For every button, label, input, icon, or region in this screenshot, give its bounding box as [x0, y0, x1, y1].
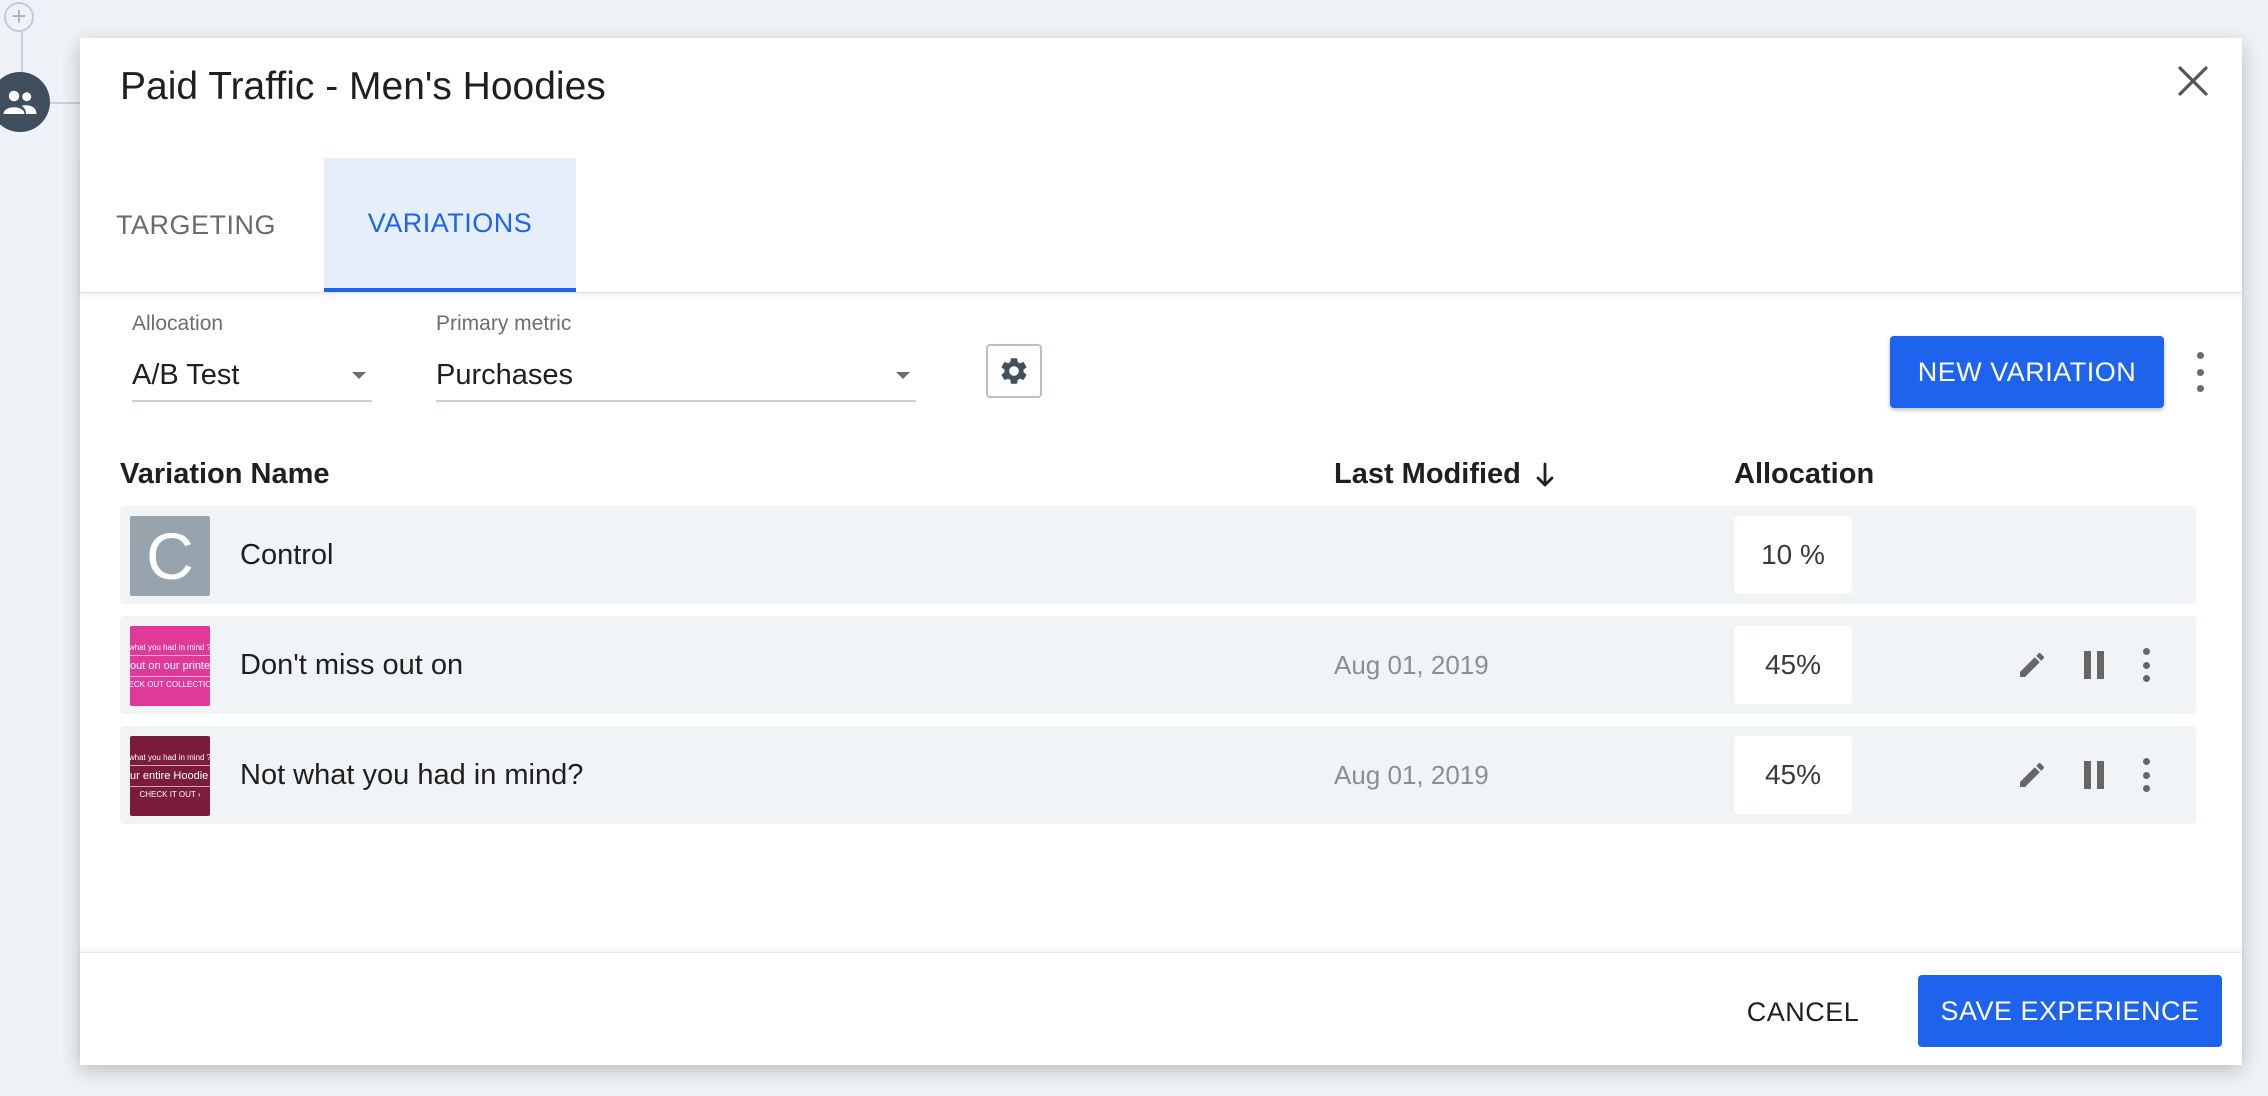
metric-settings-button[interactable] [986, 344, 1042, 398]
pause-icon [2084, 761, 2104, 789]
save-experience-button[interactable]: SAVE EXPERIENCE [1918, 975, 2222, 1047]
new-variation-button[interactable]: NEW VARIATION [1890, 336, 2164, 408]
edit-button[interactable] [2014, 757, 2050, 793]
primary-metric-label: Primary metric [436, 312, 572, 335]
caret-down-icon [896, 371, 910, 379]
variation-name[interactable]: Control [240, 506, 334, 604]
cancel-button[interactable]: CANCEL [1728, 977, 1878, 1047]
thumbnail-text: CHECK IT OUT › [139, 790, 201, 799]
modal-footer: CANCEL SAVE EXPERIENCE [80, 952, 2242, 1065]
primary-metric-value: Purchases [436, 358, 574, 391]
more-vertical-icon[interactable] [2192, 352, 2208, 392]
thumbnail-text: what you had in mind ? [130, 753, 210, 762]
close-button[interactable] [2170, 58, 2216, 104]
allocation-label: Allocation [132, 312, 224, 335]
primary-metric-select[interactable]: Purchases [436, 350, 916, 402]
column-header-variation-name: Variation Name [120, 458, 330, 490]
experience-modal: Paid Traffic - Men's Hoodies TARGETING V… [80, 38, 2242, 1065]
allocation-input[interactable]: 45% [1734, 626, 1852, 704]
allocation-input[interactable]: 45% [1734, 736, 1852, 814]
edit-button[interactable] [2014, 647, 2050, 683]
allocation-select[interactable]: A/B Test [132, 350, 372, 402]
tab-variations[interactable]: VARIATIONS [324, 158, 576, 292]
table-row[interactable]: what you had in mind ? ur entire Hoodie … [120, 726, 2196, 824]
connector-line [21, 30, 23, 74]
thumbnail-text: out on our printed [130, 655, 210, 677]
column-header-allocation: Allocation [1734, 458, 1875, 490]
row-actions [2014, 726, 2154, 824]
primary-metric-field: Primary metric Purchases [436, 312, 916, 402]
tab-targeting[interactable]: TARGETING [108, 158, 284, 292]
connector-line [50, 102, 82, 104]
pause-button[interactable] [2076, 757, 2112, 793]
allocation-value: A/B Test [132, 358, 240, 391]
pencil-icon [2020, 652, 2045, 677]
variation-thumbnail: C [130, 516, 210, 596]
last-modified-date: Aug 01, 2019 [1334, 759, 1489, 790]
allocation-input[interactable]: 10 % [1734, 516, 1852, 594]
column-header-last-modified[interactable]: Last Modified [1334, 458, 1555, 491]
thumbnail-text: ECK OUT COLLECTIO [130, 680, 210, 689]
arrow-down-icon [1536, 462, 1554, 486]
last-modified-date: Aug 01, 2019 [1334, 649, 1489, 680]
users-icon[interactable] [0, 72, 50, 132]
tab-bar: TARGETING VARIATIONS [80, 158, 2242, 293]
thumbnail-text: ur entire Hoodie c [130, 765, 210, 787]
table-row[interactable]: what you had in mind ? out on our printe… [120, 616, 2196, 714]
plus-circle-icon[interactable]: + [4, 2, 34, 32]
variation-name[interactable]: Don't miss out on [240, 616, 463, 714]
thumbnail-letter: C [146, 519, 194, 593]
more-vertical-icon[interactable] [2138, 648, 2154, 682]
pause-icon [2084, 651, 2104, 679]
last-modified-label: Last Modified [1334, 458, 1521, 490]
variation-thumbnail: what you had in mind ? out on our printe… [130, 626, 210, 706]
gear-icon [1001, 358, 1027, 384]
modal-title: Paid Traffic - Men's Hoodies [120, 65, 606, 108]
close-icon [2178, 66, 2208, 96]
variation-name[interactable]: Not what you had in mind? [240, 726, 583, 824]
more-vertical-icon[interactable] [2138, 758, 2154, 792]
caret-down-icon [352, 371, 366, 379]
table-row[interactable]: C Control 10 % [120, 506, 2196, 604]
pencil-icon [2020, 762, 2045, 787]
row-actions [2014, 616, 2154, 714]
variation-thumbnail: what you had in mind ? ur entire Hoodie … [130, 736, 210, 816]
pause-button[interactable] [2076, 647, 2112, 683]
thumbnail-text: what you had in mind ? [130, 643, 210, 652]
allocation-field: Allocation A/B Test [132, 312, 372, 402]
